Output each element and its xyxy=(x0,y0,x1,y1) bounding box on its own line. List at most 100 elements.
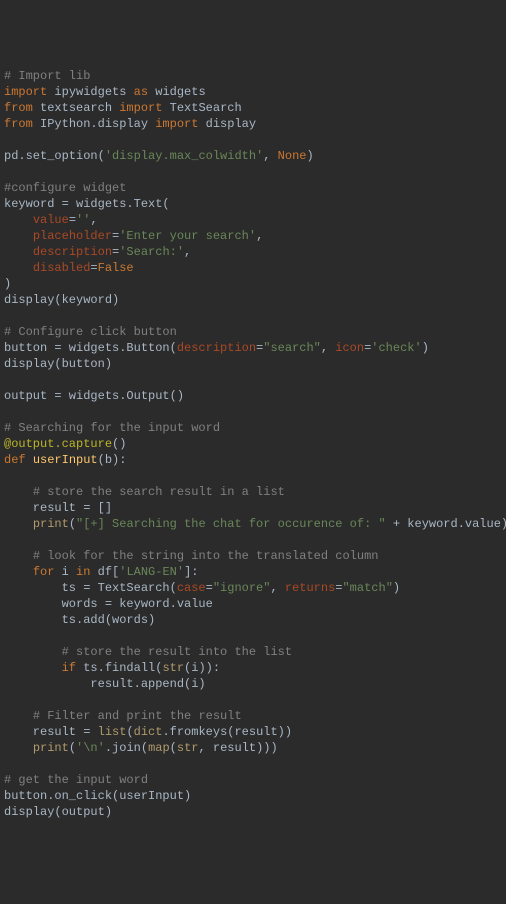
code-token: dict xyxy=(134,725,163,739)
code-token: # store the result into the list xyxy=(62,645,292,659)
code-token: '' xyxy=(76,213,90,227)
code-block: # Import lib import ipywidgets as widgets… xyxy=(4,68,506,820)
code-token: button.on_click(userInput) xyxy=(4,789,191,803)
code-token xyxy=(4,549,33,563)
code-token: print xyxy=(33,741,69,755)
code-line xyxy=(4,692,506,708)
code-line: ) xyxy=(4,276,506,292)
code-token: str xyxy=(177,741,199,755)
code-token: display(output) xyxy=(4,805,112,819)
code-token: , xyxy=(256,229,263,243)
code-line: # Configure click button xyxy=(4,324,506,340)
code-token: widgets xyxy=(148,85,206,99)
code-token: # Import lib xyxy=(4,69,90,83)
code-line xyxy=(4,132,506,148)
code-token: map xyxy=(148,741,170,755)
code-token: keyword = widgets.Text( xyxy=(4,197,170,211)
code-token xyxy=(4,485,33,499)
code-token: , xyxy=(263,149,277,163)
code-token: , result))) xyxy=(198,741,277,755)
code-line: # Import lib xyxy=(4,68,506,84)
code-line: # look for the string into the translate… xyxy=(4,548,506,564)
code-token: from xyxy=(4,101,33,115)
code-line xyxy=(4,468,506,484)
code-token: i xyxy=(54,565,76,579)
code-token: , xyxy=(90,213,97,227)
code-token xyxy=(4,709,33,723)
code-line: print("[+] Searching the chat for occure… xyxy=(4,516,506,532)
code-token: ) xyxy=(306,149,313,163)
code-token: # get the input word xyxy=(4,773,148,787)
code-line: if ts.findall(str(i)): xyxy=(4,660,506,676)
code-token: ]: xyxy=(184,565,198,579)
code-token: '\n' xyxy=(76,741,105,755)
code-line: # Filter and print the result xyxy=(4,708,506,724)
code-token: + keyword.value) xyxy=(386,517,506,531)
code-token: = xyxy=(206,581,213,595)
code-line: pd.set_option('display.max_colwidth', No… xyxy=(4,148,506,164)
code-token: = xyxy=(69,213,76,227)
code-token: textsearch xyxy=(33,101,119,115)
code-line: display(button) xyxy=(4,356,506,372)
code-token: "search" xyxy=(263,341,321,355)
code-token: # look for the string into the translate… xyxy=(33,549,379,563)
code-line: result = [] xyxy=(4,500,506,516)
code-token xyxy=(4,661,62,675)
code-token xyxy=(4,213,33,227)
code-line: display(keyword) xyxy=(4,292,506,308)
code-line: result = list(dict.fromkeys(result)) xyxy=(4,724,506,740)
code-token: str xyxy=(162,661,184,675)
code-token: .fromkeys(result)) xyxy=(162,725,292,739)
code-token: in xyxy=(76,565,90,579)
code-token: import xyxy=(155,117,198,131)
code-token: icon xyxy=(335,341,364,355)
code-token: 'Search:' xyxy=(119,245,184,259)
code-line xyxy=(4,372,506,388)
code-token: # store the search result in a list xyxy=(33,485,285,499)
code-token: 'check' xyxy=(371,341,421,355)
code-token xyxy=(4,517,33,531)
code-line xyxy=(4,532,506,548)
code-line: description='Search:', xyxy=(4,244,506,260)
code-token: value xyxy=(33,213,69,227)
code-token: print xyxy=(33,517,69,531)
code-token: , xyxy=(270,581,284,595)
code-token: from xyxy=(4,117,33,131)
code-token: ) xyxy=(4,277,11,291)
code-token: ts = TextSearch( xyxy=(4,581,177,595)
code-line: button = widgets.Button(description="sea… xyxy=(4,340,506,356)
code-line: # store the result into the list xyxy=(4,644,506,660)
code-token: result.append(i) xyxy=(4,677,206,691)
code-token xyxy=(4,245,33,259)
code-line: from IPython.display import display xyxy=(4,116,506,132)
code-token: ipywidgets xyxy=(47,85,133,99)
code-token: #configure widget xyxy=(4,181,126,195)
code-line: # get the input word xyxy=(4,772,506,788)
code-token xyxy=(4,741,33,755)
code-token: display(button) xyxy=(4,357,112,371)
code-token: import xyxy=(4,85,47,99)
code-line: disabled=False xyxy=(4,260,506,276)
code-line xyxy=(4,756,506,772)
code-line: for i in df['LANG-EN']: xyxy=(4,564,506,580)
code-line: keyword = widgets.Text( xyxy=(4,196,506,212)
code-token: as xyxy=(134,85,148,99)
code-line: placeholder='Enter your search', xyxy=(4,228,506,244)
code-token: "match" xyxy=(342,581,392,595)
code-token: disabled xyxy=(33,261,91,275)
code-token: ( xyxy=(69,741,76,755)
code-token: "ignore" xyxy=(213,581,271,595)
code-token: (i)): xyxy=(184,661,220,675)
code-line: display(output) xyxy=(4,804,506,820)
code-token: df[ xyxy=(90,565,119,579)
code-token: "[+] Searching the chat for occurence of… xyxy=(76,517,386,531)
code-line: print('\n'.join(map(str, result))) xyxy=(4,740,506,756)
code-token: 'Enter your search' xyxy=(119,229,256,243)
code-token: result = [] xyxy=(4,501,112,515)
code-token: def xyxy=(4,453,33,467)
code-token: display(keyword) xyxy=(4,293,119,307)
code-line: ts.add(words) xyxy=(4,612,506,628)
code-token: pd.set_option( xyxy=(4,149,105,163)
code-token: ts.add(words) xyxy=(4,613,155,627)
code-token: 'LANG-EN' xyxy=(119,565,184,579)
